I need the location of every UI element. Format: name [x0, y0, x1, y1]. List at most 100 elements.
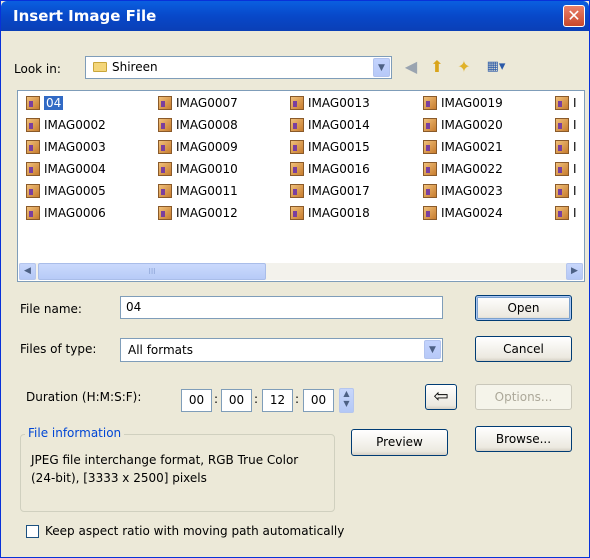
file-item[interactable]: I [555, 160, 577, 178]
duration-seconds-field[interactable]: 12 [262, 389, 293, 412]
file-item[interactable]: IMAG0010 [158, 160, 238, 178]
file-item-label: IMAG0024 [441, 206, 503, 220]
file-item-label: I [573, 96, 577, 110]
file-name-input[interactable]: 04 [120, 296, 443, 319]
file-item-label: IMAG0016 [308, 162, 370, 176]
cancel-button[interactable]: Cancel [475, 336, 572, 362]
files-of-type-label: Files of type: [20, 342, 97, 356]
file-item[interactable]: IMAG0002 [26, 116, 106, 134]
up-folder-icon[interactable]: ⬆ [427, 57, 447, 77]
file-item[interactable]: IMAG0017 [290, 182, 370, 200]
insert-image-dialog: Insert Image File ✕ Look in: Shireen ▼ ◀… [0, 0, 590, 558]
file-item-label: IMAG0020 [441, 118, 503, 132]
scroll-left-icon[interactable]: ◀ [19, 263, 36, 280]
image-file-icon [423, 117, 437, 132]
file-item-label: IMAG0006 [44, 206, 106, 220]
folder-icon [93, 62, 107, 72]
file-item[interactable]: IMAG0012 [158, 204, 238, 222]
file-item[interactable]: IMAG0024 [423, 204, 503, 222]
file-item[interactable]: IMAG0013 [290, 94, 370, 112]
close-icon[interactable]: ✕ [563, 5, 585, 27]
file-item[interactable]: IMAG0009 [158, 138, 238, 156]
image-file-icon [423, 205, 437, 220]
image-file-icon [555, 95, 569, 110]
file-item[interactable]: IMAG0005 [26, 182, 106, 200]
file-item-label: IMAG0009 [176, 140, 238, 154]
image-file-icon [423, 95, 437, 110]
file-item[interactable]: IMAG0011 [158, 182, 238, 200]
view-menu-icon[interactable]: ▦▾ [481, 57, 511, 77]
horizontal-scrollbar[interactable]: ◀ III ▶ [19, 263, 583, 280]
scroll-thumb[interactable]: III [38, 263, 266, 280]
image-file-icon [26, 139, 40, 154]
image-file-icon [290, 95, 304, 110]
image-file-icon [290, 139, 304, 154]
file-list[interactable]: 04 IMAG0002 IMAG0003 IMAG0004 IMAG0005 IMAG00… [17, 90, 585, 282]
image-file-icon [290, 161, 304, 176]
look-in-value: Shireen [112, 60, 158, 74]
keep-aspect-checkbox[interactable] [26, 525, 39, 538]
file-item[interactable]: IMAG0023 [423, 182, 503, 200]
file-information-text: JPEG file interchange format, RGB True C… [31, 453, 299, 485]
file-item[interactable]: IMAG0007 [158, 94, 238, 112]
file-item[interactable]: IMAG0021 [423, 138, 503, 156]
dialog-title: Insert Image File [13, 7, 157, 25]
duration-frames-field[interactable]: 00 [303, 389, 334, 412]
chevron-down-icon[interactable]: ▼ [424, 340, 441, 359]
duration-label: Duration (H:M:S:F): [26, 390, 142, 404]
image-file-icon [26, 183, 40, 198]
file-item-label: IMAG0011 [176, 184, 238, 198]
file-item[interactable]: I [555, 138, 577, 156]
options-button[interactable]: Options... [475, 384, 572, 410]
back-icon[interactable]: ◀ [401, 57, 421, 77]
image-file-icon [158, 139, 172, 154]
file-item-label: I [573, 118, 577, 132]
file-item-label: IMAG0018 [308, 206, 370, 220]
file-item[interactable]: IMAG0006 [26, 204, 106, 222]
file-item-label: IMAG0014 [308, 118, 370, 132]
image-file-icon [158, 205, 172, 220]
preview-button[interactable]: Preview [351, 429, 448, 456]
image-file-icon [26, 205, 40, 220]
file-item-label: I [573, 162, 577, 176]
duration-minutes-field[interactable]: 00 [221, 389, 252, 412]
chevron-down-icon[interactable]: ▼ [373, 58, 390, 77]
look-in-dropdown[interactable]: Shireen ▼ [85, 56, 392, 79]
duration-hours-field[interactable]: 00 [181, 389, 212, 412]
file-item[interactable]: IMAG0014 [290, 116, 370, 134]
image-file-icon [555, 161, 569, 176]
files-of-type-dropdown[interactable]: All formats ▼ [120, 338, 443, 362]
look-in-label: Look in: [14, 62, 61, 76]
file-item[interactable]: I [555, 204, 577, 222]
image-file-icon [423, 161, 437, 176]
file-item-label: IMAG0010 [176, 162, 238, 176]
file-item[interactable]: IMAG0018 [290, 204, 370, 222]
file-item[interactable]: IMAG0016 [290, 160, 370, 178]
scroll-right-icon[interactable]: ▶ [566, 263, 583, 280]
file-item-label: I [573, 184, 577, 198]
file-item[interactable]: IMAG0008 [158, 116, 238, 134]
file-item-label: IMAG0013 [308, 96, 370, 110]
file-item[interactable]: I [555, 116, 577, 134]
file-item[interactable]: IMAG0020 [423, 116, 503, 134]
image-file-icon [158, 95, 172, 110]
file-item[interactable]: IMAG0022 [423, 160, 503, 178]
arrow-left-button[interactable]: ⇦ [425, 384, 457, 410]
file-item[interactable]: I [555, 182, 577, 200]
file-item[interactable]: 04 [26, 94, 64, 112]
file-item[interactable]: IMAG0003 [26, 138, 106, 156]
file-item[interactable]: I [555, 94, 577, 112]
title-bar: Insert Image File ✕ [1, 1, 589, 31]
keep-aspect-label: Keep aspect ratio with moving path autom… [45, 524, 345, 538]
file-item-label: IMAG0021 [441, 140, 503, 154]
file-item-label: IMAG0017 [308, 184, 370, 198]
file-item[interactable]: IMAG0019 [423, 94, 503, 112]
time-separator: : [214, 392, 219, 406]
duration-spinner[interactable]: ▲ ▼ [339, 388, 354, 413]
file-item[interactable]: IMAG0015 [290, 138, 370, 156]
file-item[interactable]: IMAG0004 [26, 160, 106, 178]
new-folder-icon[interactable]: ✦ [454, 57, 474, 77]
open-button[interactable]: Open [475, 295, 572, 321]
image-file-icon [290, 183, 304, 198]
browse-button[interactable]: Browse... [475, 426, 572, 452]
